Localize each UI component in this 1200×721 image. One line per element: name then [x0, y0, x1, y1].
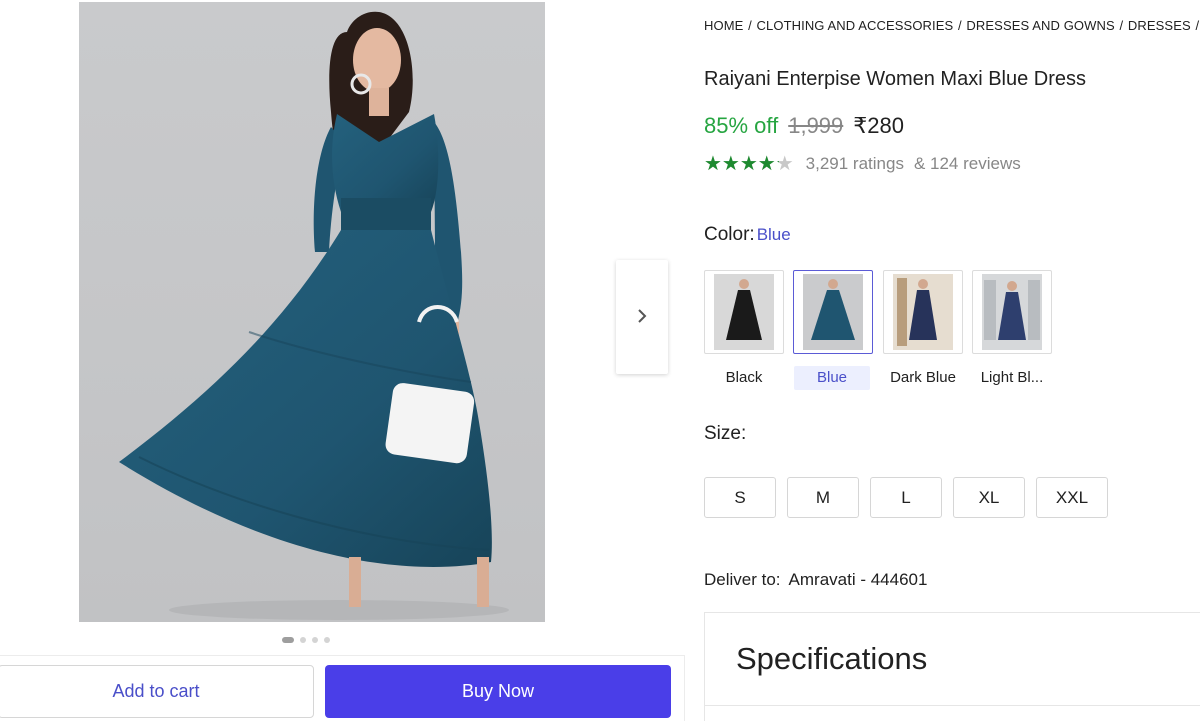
gallery-pagination-dots — [282, 637, 330, 643]
color-thumbnail — [704, 270, 784, 354]
buy-now-button[interactable]: Buy Now — [325, 665, 671, 718]
price-row: 85% off 1,999 ₹280 — [704, 113, 904, 139]
reviews-count: & 124 reviews — [913, 154, 1021, 173]
dress-model-illustration — [119, 11, 509, 620]
discount-percent: 85% off — [704, 113, 779, 138]
add-to-cart-button[interactable]: Add to cart — [0, 665, 314, 718]
specifications-section: Specifications — [704, 612, 1200, 721]
color-option-label: Dark Blue — [890, 369, 956, 386]
delivery-location[interactable]: Deliver to: Amravati - 444601 — [704, 570, 927, 590]
rating-summary[interactable]: ★★★★★ ★★★★★ 3,291 ratings & 124 reviews — [704, 154, 1021, 174]
breadcrumb-item-dresses[interactable]: DRESSES — [1128, 18, 1191, 33]
dress-thumb-black — [714, 274, 774, 350]
original-price: 1,999 — [788, 113, 844, 138]
delivery-pincode: Amravati - 444601 — [788, 570, 928, 589]
product-title: Raiyani Enterpise Women Maxi Blue Dress — [704, 68, 1087, 90]
size-option-l[interactable]: L — [870, 477, 942, 518]
star-rating: ★★★★★ ★★★★★ — [704, 153, 794, 175]
size-selector-label: Size: — [704, 423, 747, 444]
breadcrumb-item-dresses-gowns[interactable]: DRESSES AND GOWNS — [966, 18, 1114, 33]
color-option-dark-blue[interactable]: Dark Blue — [883, 270, 963, 390]
size-option-xl[interactable]: XL — [953, 477, 1025, 518]
color-option-label: Black — [725, 369, 763, 386]
dress-thumb-light-blue — [982, 274, 1042, 350]
color-option-label: Light Bl... — [980, 369, 1044, 386]
divider — [705, 705, 1200, 706]
product-main-image[interactable] — [79, 2, 545, 622]
size-option-xxl[interactable]: XXL — [1036, 477, 1108, 518]
color-option-black[interactable]: Black — [704, 270, 784, 390]
color-thumbnail — [972, 270, 1052, 354]
dress-thumb-blue — [803, 274, 863, 350]
color-option-light-blue[interactable]: Light Bl... — [972, 270, 1052, 390]
gallery-dot[interactable] — [300, 637, 306, 643]
color-thumbnail — [793, 270, 873, 354]
divider — [684, 655, 685, 721]
gallery-dot[interactable] — [324, 637, 330, 643]
dress-thumb-dark-blue — [893, 274, 953, 350]
deliver-to-label: Deliver to: — [704, 570, 781, 589]
divider — [0, 655, 684, 656]
size-option-s[interactable]: S — [704, 477, 776, 518]
breadcrumb: HOME / CLOTHING AND ACCESSORIES / DRESSE… — [704, 18, 1200, 33]
current-price: ₹280 — [853, 113, 904, 138]
breadcrumb-item-home[interactable]: HOME — [704, 18, 743, 33]
size-option-m[interactable]: M — [787, 477, 859, 518]
specifications-heading: Specifications — [736, 641, 928, 676]
breadcrumb-item-clothing[interactable]: CLOTHING AND ACCESSORIES — [757, 18, 954, 33]
chevron-right-icon — [636, 304, 648, 330]
color-label-text: Color: — [704, 224, 755, 245]
selected-color-value: Blue — [756, 225, 791, 244]
color-option-blue[interactable]: Blue — [793, 270, 873, 390]
gallery-dot[interactable] — [282, 637, 294, 643]
ratings-count: 3,291 ratings — [805, 154, 904, 173]
color-selector-label: Color: Blue — [704, 224, 791, 246]
color-option-label: Blue — [794, 366, 870, 390]
gallery-dot[interactable] — [312, 637, 318, 643]
gallery-next-button[interactable] — [616, 260, 668, 374]
color-thumbnail — [883, 270, 963, 354]
